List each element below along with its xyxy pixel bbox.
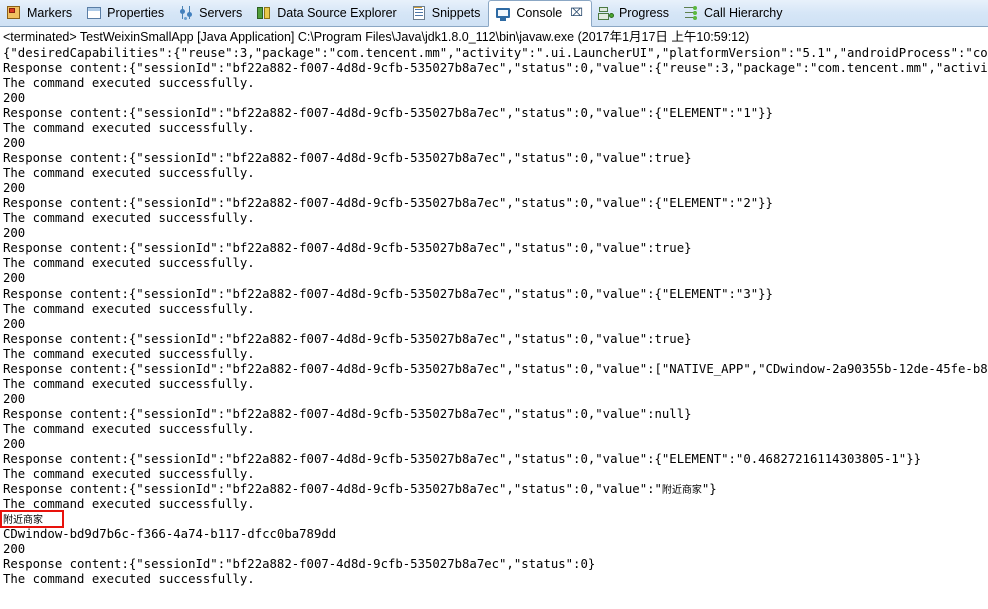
console-line: 200 <box>3 271 26 286</box>
console-launch-header: <terminated> TestWeixinSmallApp [Java Ap… <box>3 30 750 44</box>
console-line: Response content:{"sessionId":"bf22a882-… <box>3 196 773 211</box>
tab-data-source-explorer[interactable]: Data Source Explorer <box>250 0 405 26</box>
console-line: Response content:{"sessionId":"bf22a882-… <box>3 241 692 256</box>
console-line: 200 <box>3 91 26 106</box>
console-line: Response content:{"sessionId":"bf22a882-… <box>3 331 692 346</box>
console-line: The command executed successfully. <box>3 496 255 511</box>
console-line: The command executed successfully. <box>3 301 255 316</box>
console-output[interactable]: {"desiredCapabilities":{"reuse":3,"packa… <box>1 46 988 587</box>
tab-console[interactable]: Console ⌧ <box>488 0 592 27</box>
console-line: The command executed successfully. <box>3 421 255 436</box>
console-line: Response content:{"sessionId":"bf22a882-… <box>3 481 717 496</box>
console-line: The command executed successfully. <box>3 211 255 226</box>
tab-console-label: Console <box>516 6 563 21</box>
view-tab-bar: Markers Properties Servers Data Source E… <box>0 0 988 27</box>
tab-servers[interactable]: Servers <box>172 0 250 26</box>
tab-properties-label: Properties <box>107 5 165 20</box>
console-line: The command executed successfully. <box>3 466 255 481</box>
tab-call-hierarchy-label: Call Hierarchy <box>703 5 783 20</box>
data-source-explorer-icon <box>256 5 272 21</box>
console-line: Response content:{"sessionId":"bf22a882-… <box>3 451 922 466</box>
tab-markers-label: Markers <box>27 5 73 20</box>
markers-icon <box>6 5 22 21</box>
tab-snippets-label: Snippets <box>431 5 481 20</box>
close-icon[interactable]: ⌧ <box>570 8 583 19</box>
console-line: 200 <box>3 316 26 331</box>
tab-bar-empty-space <box>790 0 988 26</box>
console-line: The command executed successfully. <box>3 346 255 361</box>
console-line: 200 <box>3 542 26 557</box>
console-line: Response content:{"sessionId":"bf22a882-… <box>3 557 596 572</box>
console-line: Response content:{"sessionId":"bf22a882-… <box>3 406 692 421</box>
servers-icon <box>178 5 194 21</box>
tab-data-source-explorer-label: Data Source Explorer <box>277 5 397 20</box>
console-icon <box>495 6 511 22</box>
console-line: {"desiredCapabilities":{"reuse":3,"packa… <box>3 46 988 60</box>
console-line: Response content:{"sessionId":"bf22a882-… <box>3 286 773 301</box>
console-line: CDwindow-bd9d7b6c-f366-4a74-b117-dfcc0ba… <box>3 527 337 541</box>
call-hierarchy-icon <box>683 5 699 21</box>
tab-progress-label: Progress <box>618 5 669 20</box>
tab-call-hierarchy[interactable]: Call Hierarchy <box>677 0 791 26</box>
console-line: Response content:{"sessionId":"bf22a882-… <box>3 151 692 166</box>
console-line: 200 <box>3 136 26 151</box>
console-line: 200 <box>3 226 26 241</box>
progress-icon <box>598 5 614 21</box>
console-line: The command executed successfully. <box>3 76 255 91</box>
tab-markers[interactable]: Markers <box>0 0 80 26</box>
console-line: The command executed successfully. <box>3 256 255 271</box>
tab-snippets[interactable]: Snippets <box>405 0 489 26</box>
properties-icon <box>86 5 102 21</box>
console-line: 200 <box>3 436 26 451</box>
console-line: Response content:{"sessionId":"bf22a882-… <box>3 361 988 376</box>
tab-servers-label: Servers <box>199 5 243 20</box>
console-line: The command executed successfully. <box>3 166 255 181</box>
console-line: The command executed successfully. <box>3 376 255 391</box>
console-view[interactable]: <terminated> TestWeixinSmallApp [Java Ap… <box>0 27 988 609</box>
console-line: 200 <box>3 391 26 406</box>
console-line: The command executed successfully. <box>3 572 255 587</box>
snippets-icon <box>411 5 427 21</box>
console-line: Response content:{"sessionId":"bf22a882-… <box>3 61 988 76</box>
console-line: Response content:{"sessionId":"bf22a882-… <box>3 106 773 121</box>
console-line: 200 <box>3 181 26 196</box>
console-line: The command executed successfully. <box>3 121 255 136</box>
tab-progress[interactable]: Progress <box>592 0 677 26</box>
console-line: 附近商家 <box>3 514 43 526</box>
tab-properties[interactable]: Properties <box>80 0 172 26</box>
